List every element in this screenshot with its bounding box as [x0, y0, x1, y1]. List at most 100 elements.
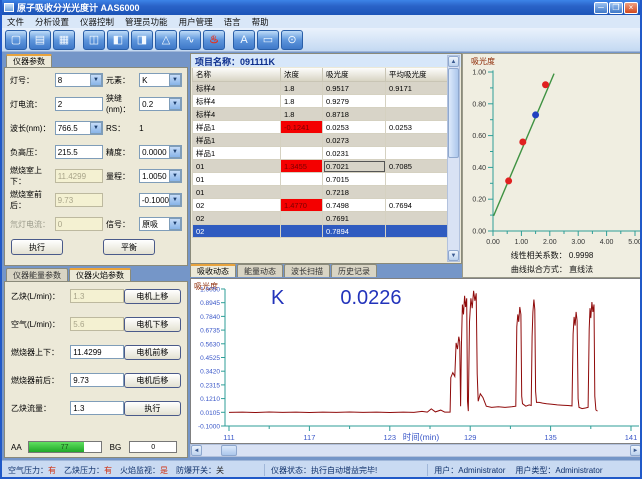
table-scroll-thumb[interactable] — [448, 68, 459, 158]
auto-sampler-icon[interactable]: A — [233, 30, 255, 50]
tab-history[interactable]: 历史记录 — [331, 264, 377, 277]
wavelength-select[interactable]: 766.5▼ — [55, 121, 103, 135]
minimize-button[interactable]: ─ — [594, 2, 608, 14]
chevron-down-icon[interactable]: ▼ — [169, 194, 181, 206]
table-row[interactable]: 样品10.0273 — [193, 134, 450, 147]
correlation-value: 0.9998 — [569, 251, 593, 260]
menu-instrument-control[interactable]: 仪器控制 — [80, 16, 114, 28]
motor-up-button[interactable]: 电机上移 — [124, 289, 181, 304]
chevron-down-icon[interactable]: ▼ — [169, 74, 181, 86]
chevron-down-icon[interactable]: ▼ — [90, 74, 102, 86]
svg-text:3.00: 3.00 — [571, 239, 585, 246]
fit-method-value: 直线法 — [569, 265, 593, 274]
svg-text:0.3420: 0.3420 — [200, 369, 220, 376]
execute-button[interactable]: 执行 — [11, 239, 63, 255]
lamp-energy-icon[interactable]: ◧ — [107, 30, 129, 50]
svg-text:0.7840: 0.7840 — [200, 314, 220, 321]
app-window: 原子吸收分光光度计 AAS6000 ─ ❐ × 文件 分析设置 仪器控制 管理员… — [0, 0, 642, 479]
table-row[interactable]: 010.7218 — [193, 186, 450, 199]
neg-hv-input[interactable]: 215.5 — [55, 145, 103, 159]
scroll-right-icon[interactable]: ► — [630, 445, 641, 456]
table-row[interactable]: 样品1-0.12410.02530.0253 — [193, 121, 450, 134]
restore-button[interactable]: ❐ — [609, 2, 623, 14]
chevron-down-icon[interactable]: ▼ — [169, 170, 181, 182]
tab-energy-params[interactable]: 仪器能量参数 — [6, 268, 68, 281]
motor-back-button[interactable]: 电机后移 — [124, 373, 181, 388]
close-button[interactable]: × — [624, 2, 638, 14]
menu-help[interactable]: 帮助 — [252, 16, 269, 28]
scroll-up-icon[interactable]: ▲ — [448, 56, 459, 67]
tab-energy-dynamic[interactable]: 能量动态 — [237, 264, 283, 277]
menu-analysis-settings[interactable]: 分析设置 — [35, 16, 69, 28]
user-status: 用户：Administrator — [434, 465, 505, 476]
balance-button[interactable]: 平衡 — [103, 239, 155, 255]
table-row[interactable]: 020.7691 — [193, 212, 450, 225]
acetylene-flow-input[interactable]: 1.3 — [70, 401, 123, 415]
lamp-no-select[interactable]: 8▼ — [55, 73, 103, 87]
wavelength-adjust-icon[interactable]: ∿ — [179, 30, 201, 50]
lamp-position-glyph: ◫ — [89, 33, 99, 46]
wavelength-value: 766.5 — [56, 124, 90, 133]
menu-file[interactable]: 文件 — [7, 16, 24, 28]
offset-select[interactable]: -0.1000▼ — [139, 193, 182, 207]
chart-horizontal-scrollbar[interactable]: ◄ ► — [190, 444, 642, 457]
flame-ignite-icon[interactable]: ♨ — [203, 30, 225, 50]
motor-down-button[interactable]: 电机下移 — [124, 317, 181, 332]
chart-scroll-thumb[interactable] — [221, 445, 237, 456]
menu-user-management[interactable]: 用户管理 — [179, 16, 213, 28]
burner-fb2-input[interactable]: 9.73 — [70, 373, 123, 387]
menu-language[interactable]: 语言 — [224, 16, 241, 28]
table-row[interactable]: 样品10.0231 — [193, 147, 450, 160]
menu-admin-functions[interactable]: 管理员功能 — [125, 16, 168, 28]
tab-wavelength-scan[interactable]: 波长扫描 — [284, 264, 330, 277]
tab-flame-params[interactable]: 仪器火焰参数 — [69, 268, 131, 281]
table-row-selected[interactable]: 020.7894 — [193, 225, 450, 238]
chevron-down-icon[interactable]: ▼ — [169, 98, 181, 110]
svg-text:0.6735: 0.6735 — [200, 328, 220, 335]
svg-text:111: 111 — [223, 433, 234, 442]
power-icon[interactable]: ⊙ — [281, 30, 303, 50]
chevron-down-icon[interactable]: ▼ — [169, 146, 181, 158]
burner-ud2-label: 燃烧器上下： — [11, 347, 70, 358]
save-icon[interactable]: ▦ — [53, 30, 75, 50]
tab-instrument-params[interactable]: 仪器参数 — [6, 54, 52, 67]
table-row[interactable]: 021.47700.74980.7694 — [193, 199, 450, 212]
chevron-down-icon[interactable]: ▼ — [169, 218, 181, 230]
lamp-current-input[interactable]: 2 — [55, 97, 103, 111]
slit-select[interactable]: 0.2▼ — [139, 97, 182, 111]
peak-search-icon[interactable]: △ — [155, 30, 177, 50]
burner-ud2-input[interactable]: 11.4299 — [70, 345, 123, 359]
scroll-down-icon[interactable]: ▼ — [448, 250, 459, 261]
element-select[interactable]: K▼ — [139, 73, 182, 87]
open-file-icon[interactable]: ▤ — [29, 30, 51, 50]
lamp-energy-glyph: ◧ — [113, 33, 123, 46]
calibration-ylabel: 吸光度 — [471, 56, 495, 67]
lamp-position-icon[interactable]: ◫ — [83, 30, 105, 50]
precision-select[interactable]: 0.0000▼ — [139, 145, 182, 159]
tab-absorbance-dynamic[interactable]: 吸收动态 — [190, 264, 236, 277]
range-select[interactable]: 1.0050▼ — [139, 169, 182, 183]
instrument-params-panel: 灯号： 8▼ 元素： K▼ 灯电流： 2 狭缝(nm)： 0.2▼ 波长(nm)… — [4, 67, 188, 266]
scroll-left-icon[interactable]: ◄ — [191, 445, 202, 456]
table-row[interactable]: 标样41.80.95170.9171 — [193, 82, 450, 95]
svg-text:117: 117 — [303, 433, 315, 442]
title-bar: 原子吸收分光光度计 AAS6000 ─ ❐ × — [2, 0, 640, 15]
table-vertical-scrollbar[interactable]: ▲ ▼ — [447, 55, 460, 262]
svg-text:2.00: 2.00 — [543, 239, 557, 246]
aa-value: 77 — [29, 442, 101, 452]
flame-execute-button[interactable]: 执行 — [124, 401, 181, 416]
table-row[interactable]: 011.34550.70210.7085 — [193, 160, 450, 173]
new-file-icon[interactable]: ▢ — [5, 30, 27, 50]
table-row[interactable]: 标样41.80.8718 — [193, 108, 450, 121]
lamp-scan-icon[interactable]: ◨ — [131, 30, 153, 50]
chevron-down-icon[interactable]: ▼ — [90, 122, 102, 134]
signal-select[interactable]: 原吸▼ — [139, 217, 182, 231]
table-row[interactable]: 标样41.80.9279 — [193, 95, 450, 108]
instrument-device-icon[interactable]: ▭ — [257, 30, 279, 50]
flame-params-panel: 乙炔(L/min)： 1.3 电机上移 空气(L/min)： 5.6 电机下移 … — [4, 281, 188, 458]
table-row[interactable]: 010.7015 — [193, 173, 450, 186]
motor-forward-button[interactable]: 电机前移 — [124, 345, 181, 360]
slit-value: 0.2 — [140, 100, 169, 109]
col-avg-absorbance: 平均吸光度 — [386, 68, 450, 82]
fit-method-line: 曲线拟合方式： 直线法 — [463, 264, 641, 275]
